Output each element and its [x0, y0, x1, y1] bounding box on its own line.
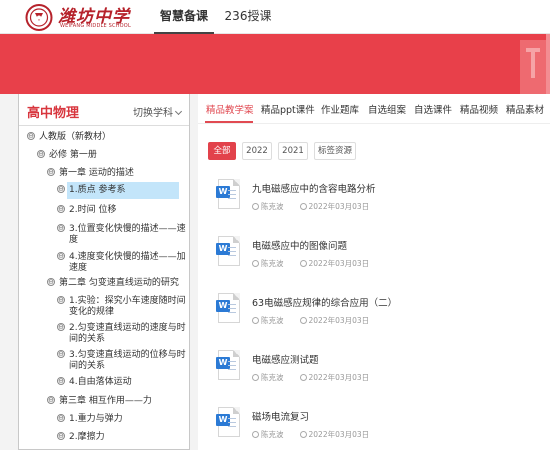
tab-premium-videos[interactable]: 精品视频: [460, 102, 498, 116]
user-icon: [252, 374, 259, 381]
tree-node-label: 3.匀变速直线运动的位移与时间的关系: [69, 350, 186, 371]
document-item[interactable]: W 磁场电流复习 陈克波 2022年03月03日: [216, 407, 548, 450]
document-title[interactable]: 磁场电流复习: [252, 409, 309, 423]
school-logo: [25, 4, 53, 31]
document-item[interactable]: W 电磁感应测试题 陈克波 2022年03月03日: [216, 350, 548, 402]
filter-tag-resources[interactable]: 标签资源: [314, 142, 356, 160]
user-icon: [252, 431, 259, 438]
document-author: 陈克波: [261, 430, 284, 439]
tree-node-label: 1.重力与弹力: [69, 414, 123, 424]
tree-node-label: 第一章 运动的描述: [59, 168, 134, 178]
document-meta: 陈克波 2022年03月03日: [252, 258, 369, 269]
document-author: 陈克波: [261, 202, 284, 211]
tab-premium-materials[interactable]: 精品素材: [506, 102, 544, 116]
tree-node-label: 4.自由落体运动: [69, 377, 132, 387]
tree-node-label: 1.质点 参考系: [67, 182, 179, 199]
document-title[interactable]: 63电磁感应规律的综合应用（二）: [252, 295, 397, 309]
tree-node-label: 1.实验：探究小车速度随时间变化的规律: [69, 296, 186, 317]
document-title[interactable]: 九电磁感应中的含容电路分析: [252, 181, 376, 195]
collapse-icon[interactable]: ⊖: [57, 205, 65, 213]
tree-node-label: 2.匀变速直线运动的速度与时间的关系: [69, 323, 186, 344]
tab-premium-ppt[interactable]: 精品ppt课件: [261, 102, 315, 116]
banner-decoration: [520, 34, 550, 94]
document-author: 陈克波: [261, 373, 284, 382]
user-icon: [252, 317, 259, 324]
switch-subject-label: 切换学科: [133, 108, 173, 119]
collapse-icon[interactable]: ⊖: [57, 432, 65, 440]
collapse-icon[interactable]: ⊖: [57, 224, 65, 232]
resource-tabs: 精品教学案 精品ppt课件 作业题库 自选组案 自选课件 精品视频 精品素材: [198, 94, 550, 124]
banner: [0, 34, 550, 94]
top-bar: 潍坊中学 WEIFANG MIDDLE SCHOOL 智慧备课 236授课: [0, 0, 550, 34]
switch-subject-button[interactable]: 切换学科: [133, 104, 183, 119]
document-item[interactable]: W 电磁感应中的图像问题 陈克波 2022年03月03日: [216, 236, 548, 288]
clock-icon: [299, 260, 307, 267]
word-doc-icon: W: [216, 236, 240, 266]
subject-title: 高中物理: [27, 106, 80, 121]
tree-node-label: 4.速度变化快慢的描述——加速度: [69, 252, 186, 273]
collapse-icon[interactable]: ⊖: [47, 396, 55, 404]
collapse-icon[interactable]: ⊖: [57, 296, 65, 304]
chevron-down-icon: [174, 107, 183, 116]
document-title[interactable]: 电磁感应测试题: [252, 352, 319, 366]
active-tab-indicator: [205, 121, 253, 123]
collapse-icon[interactable]: ⊖: [57, 414, 65, 422]
tree-node-label: 第三章 相互作用——力: [59, 396, 152, 406]
document-author: 陈克波: [261, 316, 284, 325]
tab-custom-plans[interactable]: 自选组案: [368, 102, 406, 116]
collapse-icon[interactable]: ⊖: [27, 132, 35, 140]
resource-panel: 精品教学案 精品ppt课件 作业题库 自选组案 自选课件 精品视频 精品素材 全…: [198, 94, 550, 450]
word-doc-icon: W: [216, 407, 240, 437]
school-name-en: WEIFANG MIDDLE SCHOOL: [60, 23, 131, 29]
filter-2021[interactable]: 2021: [278, 142, 308, 160]
document-date: 2022年03月03日: [308, 259, 370, 268]
collapse-icon[interactable]: ⊖: [57, 350, 65, 358]
document-date: 2022年03月03日: [308, 373, 370, 382]
document-title[interactable]: 电磁感应中的图像问题: [252, 238, 347, 252]
document-meta: 陈克波 2022年03月03日: [252, 201, 369, 212]
tree-node-label: 人教版（新教材）: [39, 132, 112, 142]
tree-node-label: 2.时间 位移: [69, 205, 117, 215]
nav-236-teaching[interactable]: 236授课: [222, 0, 274, 34]
tab-custom-courseware[interactable]: 自选课件: [414, 102, 452, 116]
tree-node-label: 第二章 匀变速直线运动的研究: [59, 278, 179, 288]
document-item[interactable]: W 九电磁感应中的含容电路分析 陈克波 2022年03月03日: [216, 179, 548, 231]
tab-premium-lesson-plans[interactable]: 精品教学案: [206, 102, 254, 116]
catalog-panel: 高中物理 切换学科 ⊖ 人教版（新教材） ⊖ 必修 第一册 ⊖ 第一章 运动的描…: [18, 94, 190, 450]
collapse-icon[interactable]: ⊖: [57, 252, 65, 260]
document-date: 2022年03月03日: [308, 202, 370, 211]
document-meta: 陈克波 2022年03月03日: [252, 372, 369, 383]
catalog-header: 高中物理 切换学科: [19, 94, 189, 126]
nav-smart-prep[interactable]: 智慧备课: [154, 0, 214, 34]
user-icon: [252, 203, 259, 210]
document-date: 2022年03月03日: [308, 316, 370, 325]
word-doc-icon: W: [216, 179, 240, 209]
clock-icon: [299, 203, 307, 210]
document-item[interactable]: W 63电磁感应规律的综合应用（二） 陈克波 2022年03月03日: [216, 293, 548, 345]
collapse-icon[interactable]: ⊖: [37, 150, 45, 158]
word-doc-icon: W: [216, 293, 240, 323]
filter-all[interactable]: 全部: [208, 142, 236, 160]
user-icon: [252, 260, 259, 267]
collapse-icon[interactable]: ⊖: [57, 185, 65, 193]
tree-node-label: 3.位置变化快慢的描述——速度: [69, 224, 186, 245]
document-meta: 陈克波 2022年03月03日: [252, 429, 369, 440]
collapse-icon[interactable]: ⊖: [47, 278, 55, 286]
clock-icon: [299, 374, 307, 381]
clock-icon: [299, 317, 307, 324]
document-author: 陈克波: [261, 259, 284, 268]
collapse-icon[interactable]: ⊖: [57, 377, 65, 385]
collapse-icon[interactable]: ⊖: [47, 168, 55, 176]
tree-node-label: 2.摩擦力: [69, 432, 105, 442]
collapse-icon[interactable]: ⊖: [57, 323, 65, 331]
document-date: 2022年03月03日: [308, 430, 370, 439]
tab-homework-bank[interactable]: 作业题库: [321, 102, 359, 116]
filter-2022[interactable]: 2022: [242, 142, 272, 160]
tree-node-label: 必修 第一册: [49, 150, 97, 160]
word-doc-icon: W: [216, 350, 240, 380]
catalog-tree[interactable]: ⊖ 人教版（新教材） ⊖ 必修 第一册 ⊖ 第一章 运动的描述 ⊖ 1.质点 参…: [19, 128, 189, 450]
document-meta: 陈克波 2022年03月03日: [252, 315, 369, 326]
clock-icon: [299, 431, 307, 438]
